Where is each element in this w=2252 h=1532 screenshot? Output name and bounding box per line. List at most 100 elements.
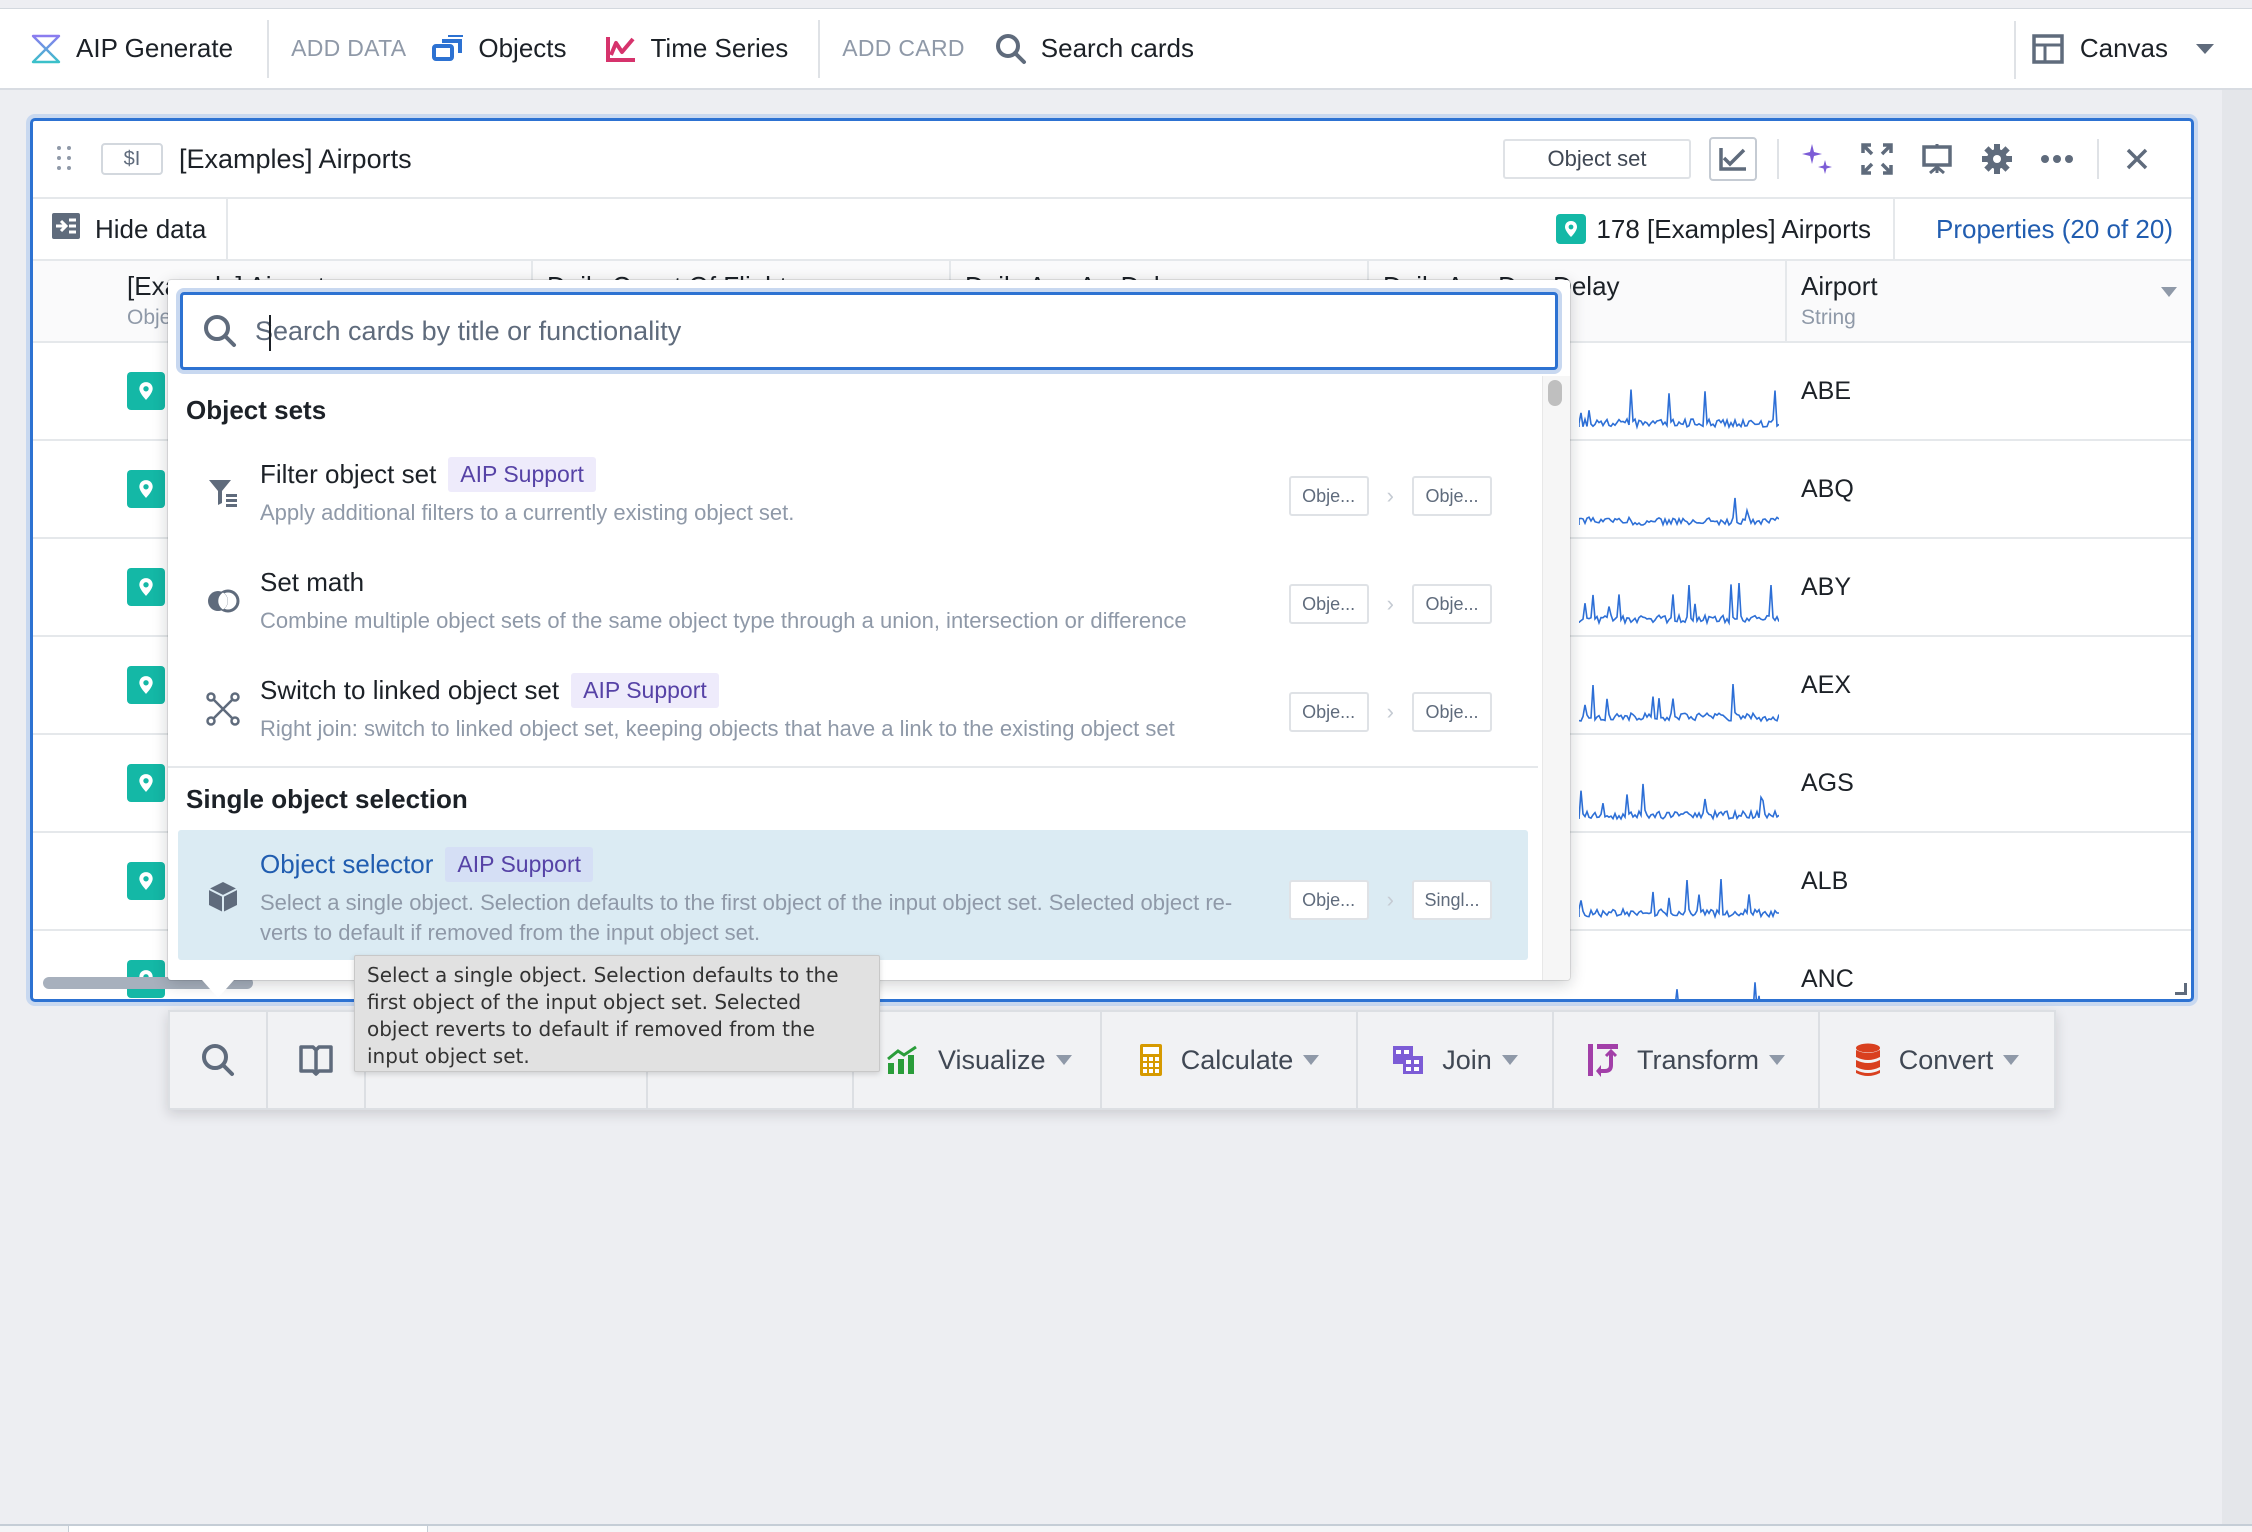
book-icon bbox=[299, 1045, 333, 1076]
time-series-button[interactable]: Time Series bbox=[605, 9, 789, 88]
chevron-right-icon: › bbox=[1386, 887, 1394, 912]
airport-code: ALB bbox=[1801, 866, 1849, 895]
filter-icon bbox=[206, 476, 240, 510]
airport-code-cell[interactable]: ANC bbox=[1787, 931, 2191, 999]
header-divider bbox=[1777, 139, 1779, 179]
sparkline-path bbox=[1579, 497, 1779, 527]
resize-handle-icon[interactable] bbox=[2175, 983, 2187, 995]
library-button[interactable] bbox=[268, 1012, 366, 1108]
airport-code-cell[interactable]: AGS bbox=[1787, 735, 2191, 831]
aip-sparkle-button[interactable] bbox=[1797, 139, 1837, 179]
section-title: Single object selection bbox=[186, 783, 468, 814]
time-series-label: Time Series bbox=[650, 33, 789, 63]
drag-handle-icon[interactable] bbox=[57, 146, 71, 172]
airport-code-cell[interactable]: ALB bbox=[1787, 833, 2191, 929]
hide-data-button[interactable]: Hide data bbox=[33, 199, 229, 259]
aip-generate-button[interactable]: AIP Generate bbox=[30, 9, 233, 88]
item-name: Set math bbox=[260, 566, 365, 597]
close-card-button[interactable] bbox=[2117, 139, 2157, 179]
right-rail bbox=[2222, 90, 2252, 1524]
chevron-right-icon: › bbox=[1386, 591, 1394, 616]
output-type-pill: Obje... bbox=[1412, 476, 1492, 516]
aip-logo-icon bbox=[30, 33, 62, 65]
object-count-label: 178 [Examples] Airports bbox=[1596, 213, 1871, 244]
airport-code-cell[interactable]: AEX bbox=[1787, 637, 2191, 733]
list-item-filter-object-set[interactable]: Filter object set AIP Support Apply addit… bbox=[168, 440, 1538, 548]
airport-code: AEX bbox=[1801, 670, 1852, 699]
search-cards-input[interactable] bbox=[255, 315, 1455, 347]
object-count: 178 [Examples] Airports bbox=[1556, 199, 1895, 259]
collapse-panel-icon bbox=[51, 212, 81, 247]
search-cards-tool-button[interactable] bbox=[170, 1012, 268, 1108]
sparkline-path bbox=[1579, 583, 1779, 626]
presentation-button[interactable] bbox=[1917, 139, 1957, 179]
column-subtitle: String bbox=[1801, 306, 1856, 329]
maximize-button[interactable] bbox=[1857, 139, 1897, 179]
input-type-pill: Obje... bbox=[1288, 692, 1369, 732]
card-header: $I [Examples] Airports Object set bbox=[33, 121, 2191, 199]
list-item-set-math[interactable]: Set math Combine multiple object sets of… bbox=[168, 548, 1538, 656]
toolbar-divider bbox=[818, 19, 821, 78]
visualize-menu[interactable]: Visualize bbox=[854, 1012, 1102, 1108]
search-icon bbox=[204, 315, 236, 347]
chevron-down-icon bbox=[1769, 1055, 1785, 1065]
airport-code-cell[interactable]: ABE bbox=[1787, 343, 2191, 439]
aip-support-badge: AIP Support bbox=[448, 456, 596, 492]
input-type-pill: Obje... bbox=[1288, 880, 1369, 920]
variable-tag[interactable]: $I bbox=[101, 143, 163, 175]
airport-code-cell[interactable]: ABY bbox=[1787, 539, 2191, 635]
map-pin-icon bbox=[127, 862, 165, 900]
calculate-menu[interactable]: Calculate bbox=[1102, 1012, 1358, 1108]
airport-code: ANC bbox=[1801, 964, 1854, 993]
object-set-button[interactable]: Object set bbox=[1503, 139, 1691, 179]
airport-code-cell[interactable]: ABQ bbox=[1787, 441, 2191, 537]
airport-code: ABQ bbox=[1801, 474, 1854, 503]
output-type-pill: Singl... bbox=[1412, 880, 1492, 920]
canvas-layout-dropdown[interactable]: Canvas bbox=[2032, 9, 2214, 88]
item-description: Apply additional filters to a currently … bbox=[260, 500, 795, 525]
time-series-icon bbox=[605, 33, 637, 65]
transform-menu[interactable]: Transform bbox=[1554, 1012, 1820, 1108]
list-item-switch-linked[interactable]: Switch to linked object set AIP Support R… bbox=[168, 656, 1538, 764]
active-page-tab[interactable] bbox=[68, 1526, 428, 1532]
settings-button[interactable] bbox=[1977, 139, 2017, 179]
popover-arrow bbox=[202, 980, 234, 998]
search-icon bbox=[202, 1044, 234, 1076]
add-card-label: ADD CARD bbox=[842, 35, 965, 61]
item-description: Select a single object. Selection defaul… bbox=[260, 890, 1233, 945]
join-menu[interactable]: Join bbox=[1358, 1012, 1554, 1108]
list-item-object-selector[interactable]: Object selector AIP Support Select a sing… bbox=[178, 830, 1528, 960]
list-scrollbar-thumb[interactable] bbox=[1548, 380, 1562, 406]
close-icon bbox=[2126, 148, 2148, 170]
add-data-label: ADD DATA bbox=[291, 35, 407, 61]
expand-icon bbox=[1861, 143, 1893, 175]
card-title[interactable]: [Examples] Airports bbox=[179, 144, 412, 175]
more-options-button[interactable] bbox=[2037, 139, 2077, 179]
map-pin-icon bbox=[127, 764, 165, 802]
input-type-pill: Obje... bbox=[1288, 476, 1369, 516]
header-divider bbox=[2097, 139, 2099, 179]
visualize-label: Visualize bbox=[938, 1044, 1046, 1075]
objects-button[interactable]: Objects bbox=[432, 9, 567, 88]
search-cards-input-wrapper[interactable] bbox=[180, 292, 1558, 370]
column-header-airport[interactable]: Airport String bbox=[1787, 261, 2191, 341]
sparkline-path bbox=[1675, 982, 1761, 999]
item-name: Switch to linked object set bbox=[260, 674, 560, 705]
airport-code: ABE bbox=[1801, 376, 1852, 405]
calculator-icon bbox=[1139, 1043, 1163, 1077]
properties-link[interactable]: Properties (20 of 20) bbox=[1936, 199, 2173, 259]
join-label: Join bbox=[1442, 1044, 1492, 1075]
input-type-pill: Obje... bbox=[1288, 584, 1369, 624]
aip-support-badge: AIP Support bbox=[571, 672, 719, 708]
list-scrollbar-track[interactable] bbox=[1542, 376, 1570, 980]
convert-menu[interactable]: Convert bbox=[1820, 1012, 2054, 1108]
sparkline-path bbox=[1579, 684, 1779, 723]
sparkline-path bbox=[1579, 389, 1779, 430]
section-title: Object sets bbox=[186, 394, 327, 425]
column-menu-caret-icon[interactable] bbox=[2161, 287, 2177, 297]
chevron-down-icon bbox=[1501, 1055, 1518, 1065]
chart-toggle-button[interactable] bbox=[1709, 137, 1757, 181]
search-cards-button[interactable]: Search cards bbox=[995, 9, 1194, 88]
sparkline bbox=[1579, 583, 1779, 626]
chevron-down-icon bbox=[1055, 1055, 1072, 1065]
